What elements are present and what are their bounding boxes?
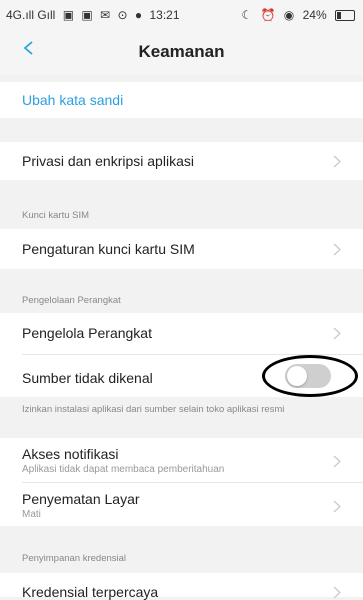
moon-icon: ☾ [241,8,253,22]
section-header-credentials: Penyimpanan kredensial [22,553,127,564]
chevron-right-icon [333,155,341,168]
notification-icon: ● [134,8,143,22]
signal-indicator: 4G.ıll Gıll [6,8,56,22]
app-header: Keamanan [0,30,363,75]
trusted-credentials-label: Kredensial terpercaya [22,584,159,600]
sim-lock-settings-item[interactable]: Pengaturan kunci kartu SIM [0,229,363,269]
change-password-label: Ubah kata sandi [22,92,124,108]
notification-icon: ⊙ [117,8,128,22]
divider [22,482,363,483]
screen-pinning-label[interactable]: Penyematan Layar [22,491,140,507]
notifications-pinning-group: Akses notifikasi Aplikasi tidak dapat me… [0,438,363,526]
chevron-right-icon [333,327,341,340]
section-header-sim: Kunci kartu SIM [22,210,90,221]
section-header-device: Pengelolaan Perangkat [22,295,121,306]
status-time: 13:21 [149,8,180,22]
chevron-right-icon [333,455,341,468]
notification-access-label[interactable]: Akses notifikasi [22,446,118,462]
wifi-icon: ◉ [283,8,295,22]
page-title: Keamanan [138,42,225,61]
notification-icon: ▣ [81,8,93,22]
status-right: ☾ ⏰ ◉ 24% [236,8,355,22]
notification-access-subtitle: Aplikasi tidak dapat membaca pemberitahu… [22,464,225,475]
unknown-sources-description: Izinkan instalasi aplikasi dari sumber s… [22,404,285,415]
sim-lock-settings-label: Pengaturan kunci kartu SIM [22,241,195,257]
device-admin-label[interactable]: Pengelola Perangkat [22,325,152,341]
highlight-circle-annotation [262,355,358,397]
status-bar: 4G.ıll Gıll ▣ ▣ ✉ ⊙ ● 13:21 ☾ ⏰ ◉ 24% [0,0,363,30]
trusted-credentials-item[interactable]: Kredensial terpercaya [0,573,363,600]
screen-pinning-status: Mati [22,509,41,520]
status-left: 4G.ıll Gıll ▣ ▣ ✉ ⊙ ● 13:21 [6,8,184,22]
chevron-right-icon [333,500,341,513]
alarm-icon: ⏰ [260,8,276,22]
change-password-item[interactable]: Ubah kata sandi [0,82,363,118]
battery-percent: 24% [302,8,327,22]
chevron-right-icon [333,586,341,599]
unknown-sources-label: Sumber tidak dikenal [22,370,153,386]
chevron-right-icon [333,243,341,256]
battery-icon [335,10,355,22]
privacy-encryption-label: Privasi dan enkripsi aplikasi [22,153,194,169]
notification-icon: ▣ [62,8,75,22]
privacy-encryption-item[interactable]: Privasi dan enkripsi aplikasi [0,142,363,180]
notification-icon: ✉ [100,8,111,22]
